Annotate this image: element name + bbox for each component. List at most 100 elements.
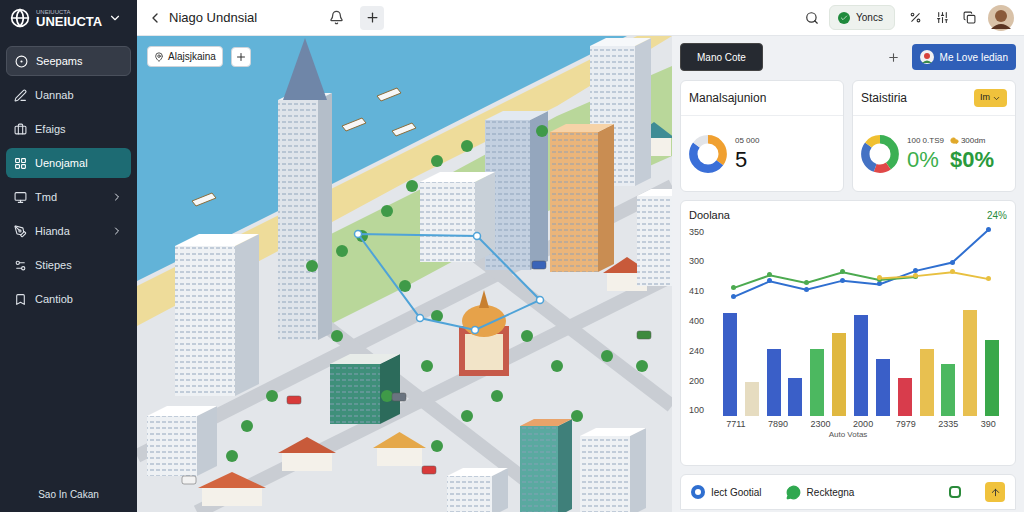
chart-bar[interactable] (723, 313, 737, 415)
stat-card[interactable]: Manalsajunion05 0005 (680, 80, 844, 192)
building (580, 428, 646, 512)
status-pill[interactable]: Yoncs (829, 5, 895, 30)
chart-point[interactable] (986, 276, 991, 281)
bottom-item[interactable]: Iect Gootial (691, 485, 762, 500)
chart-bar[interactable] (985, 340, 999, 415)
sliders-icon[interactable] (936, 11, 949, 24)
panel-icon[interactable] (949, 486, 961, 498)
tree (421, 360, 433, 372)
chart-point[interactable] (877, 281, 882, 286)
stat: 100 0.TS90% (907, 137, 944, 171)
tree (551, 360, 563, 372)
car (287, 396, 301, 404)
donut-segment (865, 139, 894, 168)
route-node[interactable] (474, 233, 481, 240)
chart-bar[interactable] (876, 359, 890, 415)
bell-icon[interactable] (329, 10, 344, 25)
sidebar-item[interactable]: Stiepes (6, 250, 131, 280)
chart-bar[interactable] (745, 382, 759, 415)
tree (521, 330, 533, 342)
sidebar-item[interactable]: Cantiob (6, 284, 131, 314)
upload-button[interactable] (985, 482, 1005, 502)
search-icon[interactable] (805, 11, 819, 25)
chart-point[interactable] (731, 285, 736, 290)
map-label[interactable]: Alajsjkaina (147, 46, 223, 67)
sidebar-item[interactable]: Uenojamal (6, 148, 131, 178)
chart-point[interactable] (913, 273, 918, 278)
chart-point[interactable] (950, 260, 955, 265)
bottom-bar: Iect Gootial Recktegna (680, 474, 1016, 510)
tree (636, 360, 648, 372)
chart-bar[interactable] (941, 364, 955, 416)
map-view[interactable]: Alajsjkaina (137, 36, 672, 512)
chart-line[interactable] (733, 229, 989, 297)
chart-bar[interactable] (832, 333, 846, 416)
avatar-icon[interactable] (988, 5, 1014, 31)
x-tick: 7711 (726, 420, 745, 429)
sidebar-item[interactable]: Efaigs (6, 114, 131, 144)
tree (431, 155, 443, 167)
tree (241, 420, 253, 432)
bottom-item[interactable]: Recktegna (786, 485, 855, 500)
tree (336, 245, 348, 257)
route-node[interactable] (355, 231, 362, 238)
route-node[interactable] (417, 315, 424, 322)
city-map[interactable] (137, 36, 672, 512)
chart-point[interactable] (986, 227, 991, 232)
route-node[interactable] (472, 327, 479, 334)
route-node[interactable] (537, 297, 544, 304)
chart-point[interactable] (767, 278, 772, 283)
chart-title: Doolana (689, 207, 730, 224)
chart-bar[interactable] (963, 310, 977, 415)
primary-button[interactable]: Me Love Iedian (912, 44, 1016, 70)
add-button[interactable] (360, 6, 384, 30)
stats-panel: Mano Cote Me Love Iedian Manalsajunion05 0… (672, 36, 1024, 512)
arrow-up-icon (990, 487, 1001, 498)
percent-icon[interactable] (909, 11, 922, 24)
building (420, 172, 495, 262)
sidebar-item[interactable]: Seepams (6, 46, 131, 76)
copy-icon[interactable] (963, 11, 976, 24)
chart-point[interactable] (840, 278, 845, 283)
stat: 05 0005 (735, 137, 759, 171)
card-badge[interactable]: Im (974, 89, 1007, 107)
chart-line[interactable] (733, 272, 916, 288)
chart-point[interactable] (840, 269, 845, 274)
chart-point[interactable] (877, 275, 882, 280)
chart-point[interactable] (913, 274, 918, 279)
item-icon (14, 293, 27, 306)
back-icon[interactable] (147, 10, 163, 26)
chart-point[interactable] (804, 287, 809, 292)
sidebar-footer[interactable]: Sao In Cakan (0, 487, 137, 512)
topbar: Niago UndnsialYoncs (137, 0, 1024, 36)
sidebar-item[interactable]: Tmd (6, 182, 131, 212)
chart-bar[interactable] (788, 378, 802, 416)
tree (266, 390, 278, 402)
chart-bar[interactable] (767, 349, 781, 415)
plus-icon[interactable] (887, 51, 900, 64)
chart-bar[interactable] (898, 378, 912, 416)
sidebar-item[interactable]: Hianda (6, 216, 131, 246)
chart-bar[interactable] (920, 349, 934, 415)
chart-bar[interactable] (810, 349, 824, 415)
brand[interactable]: UNEIUUCTAUNEIUCTA (0, 0, 137, 36)
stat-card[interactable]: StaistiriaIm100 0.TS90%300dm$0% (852, 80, 1016, 192)
chart-point[interactable] (877, 277, 882, 282)
chart-point[interactable] (731, 294, 736, 299)
dark-button[interactable]: Mano Cote (680, 43, 763, 71)
tree (406, 180, 418, 192)
chart-line[interactable] (879, 272, 989, 279)
tree (399, 280, 411, 292)
item-icon (14, 123, 27, 136)
tree (306, 260, 318, 272)
chart-point[interactable] (804, 280, 809, 285)
chart-bar[interactable] (854, 315, 868, 415)
chart-point[interactable] (767, 272, 772, 277)
y-tick: 350 (689, 228, 715, 237)
chart-point[interactable] (950, 269, 955, 274)
map-add-button[interactable] (231, 47, 251, 67)
y-tick: 410 (689, 287, 715, 296)
app: UNEIUUCTAUNEIUCTA Seepams Uannab Efaigs Ueno… (0, 0, 1024, 512)
sidebar-item[interactable]: Uannab (6, 80, 131, 110)
chart-point[interactable] (913, 268, 918, 273)
